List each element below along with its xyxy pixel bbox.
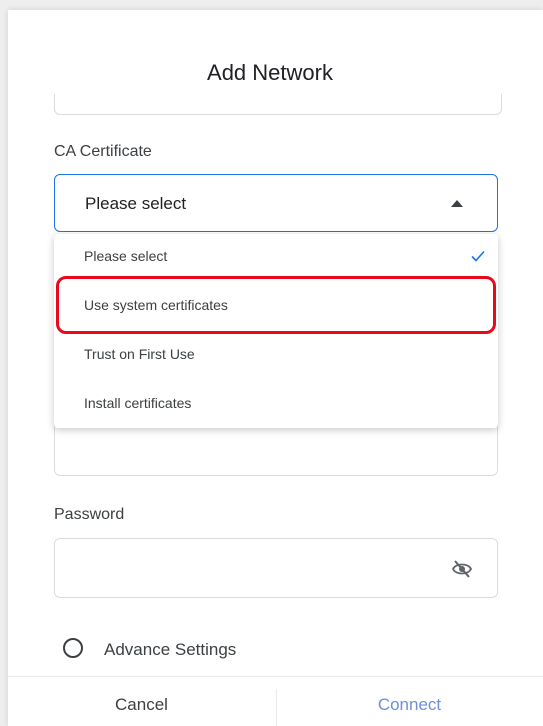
dialog-footer: Cancel Connect xyxy=(8,676,543,726)
ca-certificate-label: CA Certificate xyxy=(54,143,152,160)
option-install-certificates[interactable]: Install certificates xyxy=(54,381,498,425)
option-label: Trust on First Use xyxy=(84,346,195,362)
option-label: Use system certificates xyxy=(84,297,228,313)
check-icon xyxy=(471,250,485,262)
option-please-select[interactable]: Please select xyxy=(54,234,498,278)
option-label: Install certificates xyxy=(84,395,192,411)
connect-button[interactable]: Connect xyxy=(276,677,543,726)
password-label: Password xyxy=(54,506,125,523)
previous-field[interactable] xyxy=(54,94,502,115)
advance-settings-label: Advance Settings xyxy=(104,640,237,659)
advance-settings-radio[interactable] xyxy=(63,638,83,658)
ca-certificate-selected-value: Please select xyxy=(85,194,187,213)
caret-up-icon xyxy=(451,200,463,207)
option-use-system-certificates[interactable]: Use system certificates xyxy=(54,283,498,327)
eye-off-icon[interactable] xyxy=(451,559,473,579)
ca-certificate-dropdown: Please select Use system certificates Tr… xyxy=(54,234,498,428)
option-label: Please select xyxy=(84,248,168,264)
ca-certificate-select[interactable]: Please select xyxy=(54,174,498,232)
dialog-title: Add Network xyxy=(207,60,333,85)
password-input[interactable] xyxy=(54,538,498,598)
cancel-button[interactable]: Cancel xyxy=(8,677,275,726)
add-network-dialog: Add Network CA Certificate Please select… xyxy=(8,10,543,726)
option-trust-on-first-use[interactable]: Trust on First Use xyxy=(54,332,498,376)
